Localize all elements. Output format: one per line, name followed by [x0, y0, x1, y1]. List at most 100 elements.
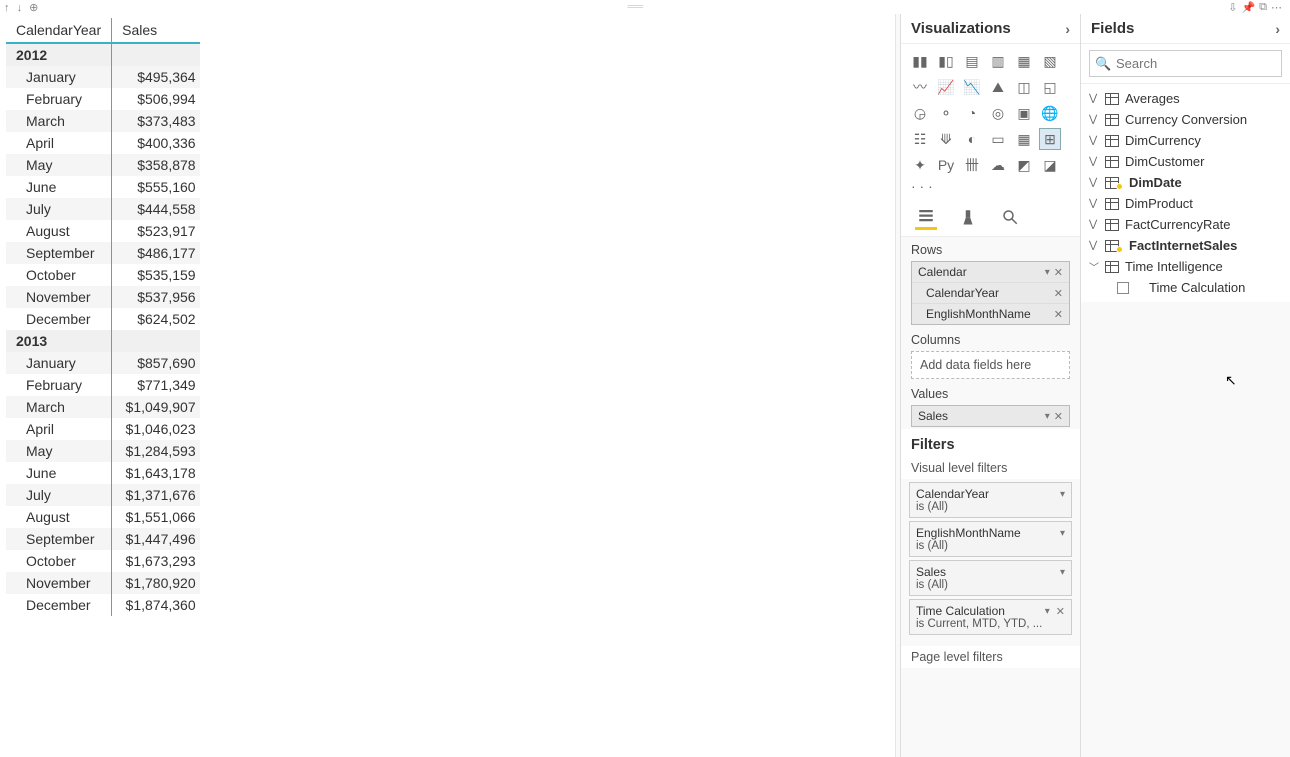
- fields-tab-icon[interactable]: [915, 204, 937, 230]
- year-group-cell[interactable]: 2013: [6, 330, 112, 352]
- viz-type-icon[interactable]: ◫: [1013, 76, 1035, 98]
- viz-type-icon[interactable]: ◶: [909, 102, 931, 124]
- month-cell[interactable]: January: [6, 66, 112, 88]
- month-cell[interactable]: April: [6, 132, 112, 154]
- expand-icon[interactable]: ⋁: [1089, 219, 1099, 230]
- month-cell[interactable]: December: [6, 308, 112, 330]
- search-input[interactable]: [1089, 50, 1282, 77]
- table-item[interactable]: ⋁FactInternetSales: [1083, 235, 1288, 256]
- month-cell[interactable]: July: [6, 198, 112, 220]
- filter-card[interactable]: CalendarYear▾is (All): [909, 482, 1072, 518]
- viz-type-icon[interactable]: 卌: [961, 154, 983, 176]
- viz-type-icon[interactable]: ⛰: [987, 76, 1009, 98]
- month-cell[interactable]: September: [6, 528, 112, 550]
- month-cell[interactable]: August: [6, 220, 112, 242]
- filter-card[interactable]: Time Calculation▾✕is Current, MTD, YTD, …: [909, 599, 1072, 635]
- report-canvas[interactable]: CalendarYear Sales 2012January$495,364Fe…: [0, 14, 895, 757]
- viz-type-icon[interactable]: ▤: [961, 50, 983, 72]
- viz-type-icon[interactable]: 🌐: [1039, 102, 1061, 124]
- chevron-down-icon[interactable]: ▾: [1060, 528, 1065, 539]
- more-visuals-icon[interactable]: · · ·: [901, 178, 1080, 198]
- export-icon[interactable]: ⇩: [1228, 1, 1237, 14]
- viz-type-icon[interactable]: ▦: [1013, 128, 1035, 150]
- month-cell[interactable]: March: [6, 110, 112, 132]
- pin-icon[interactable]: 📌: [1241, 1, 1255, 14]
- viz-type-icon[interactable]: ▥: [987, 50, 1009, 72]
- month-cell[interactable]: May: [6, 440, 112, 462]
- remove-field-icon[interactable]: ✕: [1054, 308, 1063, 321]
- focus-mode-icon[interactable]: ⧉: [1259, 1, 1267, 14]
- viz-type-icon[interactable]: ⟱: [935, 128, 957, 150]
- matrix-visual[interactable]: CalendarYear Sales 2012January$495,364Fe…: [6, 18, 200, 616]
- expand-icon[interactable]: ⋁: [1089, 198, 1099, 209]
- viz-type-icon[interactable]: ◪: [1039, 154, 1061, 176]
- chevron-down-icon[interactable]: ▾: [1045, 606, 1050, 617]
- table-item[interactable]: ⋁DimCustomer: [1083, 151, 1288, 172]
- viz-type-icon[interactable]: ▧: [1039, 50, 1061, 72]
- remove-field-icon[interactable]: ✕: [1054, 410, 1063, 423]
- expand-icon[interactable]: ﹀: [1089, 259, 1099, 274]
- month-cell[interactable]: March: [6, 396, 112, 418]
- viz-type-icon[interactable]: ◩: [1013, 154, 1035, 176]
- viz-type-icon[interactable]: Py: [935, 154, 957, 176]
- chevron-down-icon[interactable]: ▾: [1060, 567, 1065, 578]
- collapse-pane-icon[interactable]: ›: [1065, 21, 1070, 37]
- well-field[interactable]: CalendarYear✕: [912, 283, 1069, 304]
- column-header-year[interactable]: CalendarYear: [6, 18, 112, 43]
- expand-icon[interactable]: ⋁: [1089, 177, 1099, 188]
- month-cell[interactable]: October: [6, 264, 112, 286]
- year-group-cell[interactable]: 2012: [6, 43, 112, 66]
- month-cell[interactable]: August: [6, 506, 112, 528]
- well-field[interactable]: Calendar▾✕: [912, 262, 1069, 283]
- fields-header[interactable]: Fields ›: [1081, 14, 1290, 44]
- expand-icon[interactable]: ⋁: [1089, 156, 1099, 167]
- table-item[interactable]: ⋁Currency Conversion: [1083, 109, 1288, 130]
- grip-icon[interactable]: ══: [42, 1, 1228, 13]
- viz-type-icon[interactable]: ☷: [909, 128, 931, 150]
- expand-icon[interactable]: ⋁: [1089, 135, 1099, 146]
- expand-icon[interactable]: ⋁: [1089, 114, 1099, 125]
- field-checkbox[interactable]: [1117, 282, 1129, 294]
- visualizations-header[interactable]: Visualizations ›: [901, 14, 1080, 44]
- expand-all-icon[interactable]: ⊕: [29, 2, 38, 14]
- month-cell[interactable]: October: [6, 550, 112, 572]
- viz-type-icon[interactable]: ✦: [909, 154, 931, 176]
- remove-field-icon[interactable]: ✕: [1054, 287, 1063, 300]
- month-cell[interactable]: July: [6, 484, 112, 506]
- viz-type-icon[interactable]: 〰: [909, 76, 931, 98]
- expand-icon[interactable]: ⋁: [1089, 240, 1099, 251]
- rows-well[interactable]: Calendar▾✕CalendarYear✕EnglishMonthName✕: [911, 261, 1070, 325]
- table-item[interactable]: ⋁DimCurrency: [1083, 130, 1288, 151]
- month-cell[interactable]: November: [6, 286, 112, 308]
- viz-type-icon[interactable]: ⚬: [935, 102, 957, 124]
- chevron-down-icon[interactable]: ▾: [1045, 411, 1050, 422]
- filter-card[interactable]: EnglishMonthName▾is (All): [909, 521, 1072, 557]
- field-item[interactable]: Time Calculation: [1083, 277, 1288, 298]
- month-cell[interactable]: September: [6, 242, 112, 264]
- analytics-tab-icon[interactable]: [999, 204, 1021, 230]
- remove-filter-icon[interactable]: ✕: [1056, 605, 1065, 618]
- values-well[interactable]: Sales▾✕: [911, 405, 1070, 427]
- viz-type-icon[interactable]: ▮▯: [935, 50, 957, 72]
- table-item[interactable]: ⋁FactCurrencyRate: [1083, 214, 1288, 235]
- month-cell[interactable]: June: [6, 176, 112, 198]
- table-item[interactable]: ⋁DimDate: [1083, 172, 1288, 193]
- filter-card[interactable]: Sales▾is (All): [909, 560, 1072, 596]
- remove-field-icon[interactable]: ✕: [1054, 266, 1063, 279]
- drill-up-icon[interactable]: ↑: [4, 2, 10, 14]
- month-cell[interactable]: February: [6, 88, 112, 110]
- viz-type-icon[interactable]: ▣: [1013, 102, 1035, 124]
- collapse-pane-icon[interactable]: ›: [1275, 21, 1280, 37]
- well-field[interactable]: EnglishMonthName✕: [912, 304, 1069, 324]
- viz-type-icon[interactable]: ▭: [987, 128, 1009, 150]
- columns-well[interactable]: Add data fields here: [911, 351, 1070, 379]
- month-cell[interactable]: January: [6, 352, 112, 374]
- table-item[interactable]: ﹀Time Intelligence: [1083, 256, 1288, 277]
- viz-type-icon[interactable]: ▦: [1013, 50, 1035, 72]
- chevron-down-icon[interactable]: ▾: [1045, 267, 1050, 278]
- chevron-down-icon[interactable]: ▾: [1060, 489, 1065, 500]
- viz-type-icon[interactable]: 📉: [961, 76, 983, 98]
- viz-type-icon[interactable]: ◐: [961, 128, 983, 150]
- month-cell[interactable]: May: [6, 154, 112, 176]
- month-cell[interactable]: February: [6, 374, 112, 396]
